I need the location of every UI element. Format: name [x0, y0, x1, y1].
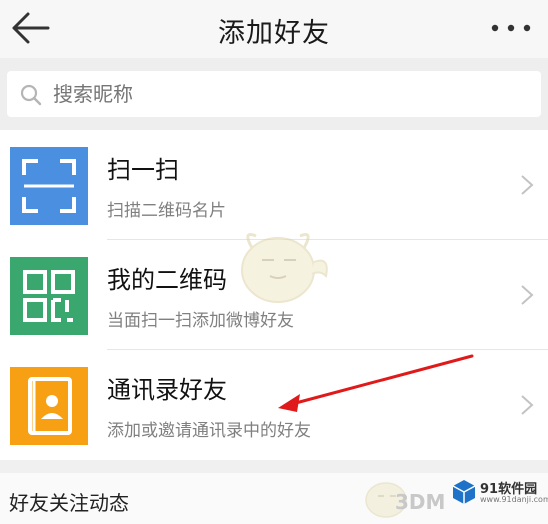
row-title: 通讯录好友 [107, 376, 227, 404]
search-icon [20, 84, 42, 106]
search-area [0, 58, 548, 130]
chevron-right-icon [521, 395, 534, 415]
row-title: 扫一扫 [107, 156, 179, 184]
qr-code-icon [10, 257, 88, 335]
watermark-mascot-icon [241, 233, 328, 303]
contacts-book-icon [10, 367, 88, 445]
top-bar: 添加好友 [0, 0, 548, 58]
more-options-button[interactable] [490, 18, 532, 38]
search-box[interactable] [7, 71, 541, 117]
search-input[interactable] [53, 82, 503, 106]
row-subtitle: 添加或邀请通讯录中的好友 [107, 421, 311, 441]
row-subtitle: 扫描二维码名片 [107, 201, 226, 221]
page-title: 添加好友 [218, 18, 330, 49]
scan-icon [10, 147, 88, 225]
watermark-site-url: www.91danji.com [480, 495, 548, 504]
more-dots-icon [491, 24, 531, 32]
watermark-91-logo: 91软件园 www.91danji.com [452, 475, 548, 515]
watermark-3dm-text: 3DM [395, 490, 446, 514]
row-title: 我的二维码 [107, 266, 227, 294]
list-item-contacts-friends[interactable]: 通讯录好友 添加或邀请通讯录中的好友 [0, 350, 548, 460]
cube-logo-icon [452, 480, 476, 504]
chevron-right-icon [521, 175, 534, 195]
section-title: 好友关注动态 [9, 491, 129, 515]
chevron-right-icon [521, 285, 534, 305]
